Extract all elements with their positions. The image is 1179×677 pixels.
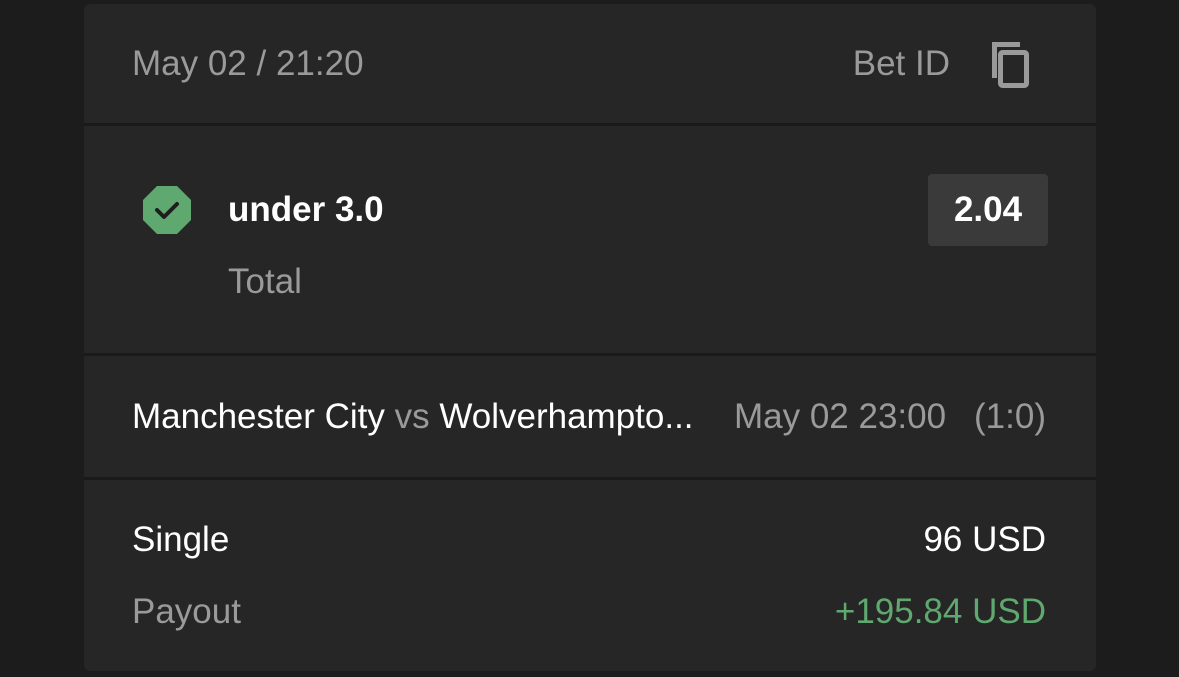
payout-value: +195.84 USD xyxy=(834,592,1046,631)
bet-type: Single xyxy=(132,520,230,559)
copy-bet-id-button[interactable] xyxy=(988,38,1036,94)
check-octagon-icon xyxy=(143,186,191,234)
bet-id-label: Bet ID xyxy=(852,44,950,83)
match-teams[interactable]: Manchester City vs Wolverhampto... xyxy=(132,397,694,437)
bet-datetime: May 02 / 21:20 xyxy=(132,44,364,83)
payout-label: Payout xyxy=(132,592,241,631)
vs-label: vs xyxy=(394,397,430,436)
match-score: (1:0) xyxy=(974,397,1046,436)
market-name: Total xyxy=(228,262,302,301)
odds-badge: 2.04 xyxy=(928,174,1048,246)
copy-icon xyxy=(992,42,1029,88)
away-team: Wolverhampto... xyxy=(439,397,694,436)
divider xyxy=(84,477,1096,480)
bet-card: May 02 / 21:20 Bet ID under 3.0 Total 2.… xyxy=(84,4,1096,671)
selection-name: under 3.0 xyxy=(228,190,384,229)
match-time: May 02 23:00 xyxy=(734,397,947,436)
stake-amount: 96 USD xyxy=(923,520,1046,559)
divider xyxy=(84,353,1096,356)
home-team: Manchester City xyxy=(132,397,385,436)
divider xyxy=(84,123,1096,126)
